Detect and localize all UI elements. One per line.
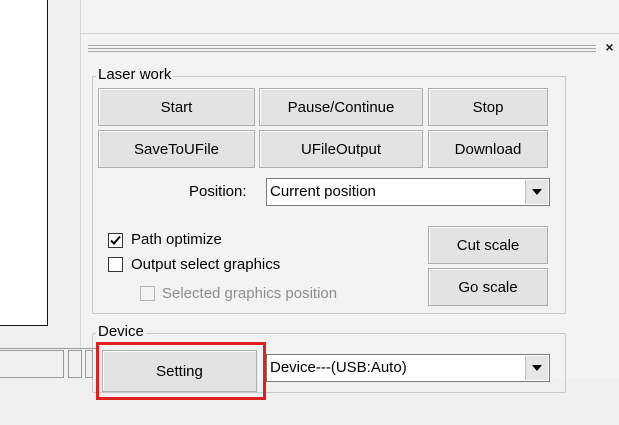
position-label: Position:: [189, 183, 247, 200]
dock-gripper[interactable]: [88, 45, 596, 52]
output-select-graphics-label: Output select graphics: [131, 256, 281, 273]
go-scale-button[interactable]: Go scale: [428, 268, 548, 306]
save-to-ufile-button[interactable]: SaveToUFile: [98, 130, 255, 168]
chevron-down-icon[interactable]: [525, 180, 548, 204]
path-optimize-label: Path optimize: [131, 231, 222, 248]
status-bar-cell: [85, 350, 93, 378]
cut-scale-button[interactable]: Cut scale: [428, 226, 548, 264]
download-button[interactable]: Download: [428, 130, 548, 168]
device-title: Device: [96, 323, 146, 341]
position-value: Current position: [270, 183, 376, 200]
path-optimize-checkbox[interactable]: [108, 233, 123, 248]
selected-graphics-position-checkbox: [140, 286, 155, 301]
status-bar-cell: [68, 350, 82, 378]
ufile-output-button[interactable]: UFileOutput: [259, 130, 423, 168]
panel-separator: [80, 33, 619, 34]
pause-continue-button[interactable]: Pause/Continue: [259, 88, 423, 126]
stop-button[interactable]: Stop: [428, 88, 548, 126]
position-select[interactable]: Current position: [266, 178, 550, 206]
device-value: Device---(USB:Auto): [270, 359, 407, 376]
output-select-graphics-checkbox[interactable]: [108, 257, 123, 272]
start-button[interactable]: Start: [98, 88, 255, 126]
chevron-down-icon[interactable]: [525, 356, 548, 380]
selected-graphics-position-label: Selected graphics position: [162, 285, 338, 302]
device-select[interactable]: Device---(USB:Auto): [266, 354, 550, 382]
drawing-canvas[interactable]: [0, 0, 48, 326]
laser-work-title: Laser work: [96, 66, 174, 84]
status-bar-cell: [0, 350, 64, 378]
setting-button-highlight: [96, 342, 266, 400]
status-bar-divider: [0, 348, 96, 349]
close-icon[interactable]: ×: [600, 38, 619, 56]
checkmark-icon: [110, 235, 121, 245]
